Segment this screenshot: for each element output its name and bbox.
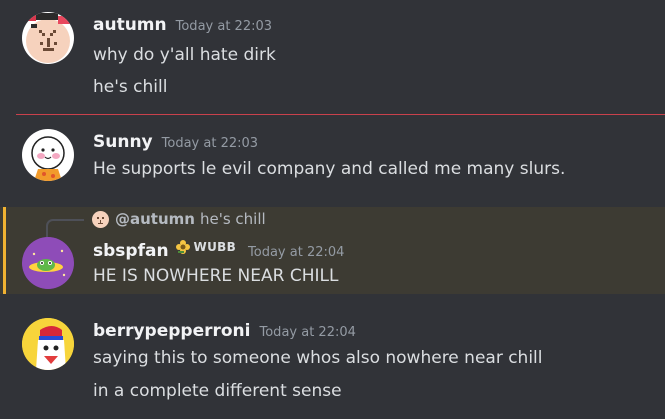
avatar[interactable] xyxy=(22,237,74,289)
username[interactable]: berrypepperroni xyxy=(93,321,251,341)
message-content: he's chill xyxy=(93,77,168,97)
chat-message-list: autumn Today at 22:03 why do y'all hate … xyxy=(0,0,665,419)
avatar[interactable] xyxy=(22,129,74,181)
username[interactable]: autumn xyxy=(93,15,167,35)
message-content: HE IS NOWHERE NEAR CHILL xyxy=(93,266,339,286)
message-header: sbspfan WUBB Today at 22:04 xyxy=(93,239,344,261)
message-sunny: Sunny Today at 22:03 He supports le evil… xyxy=(0,115,665,205)
message-content: He supports le evil company and called m… xyxy=(93,159,566,179)
timestamp: Today at 22:04 xyxy=(248,245,345,260)
message-header: autumn Today at 22:03 xyxy=(93,15,272,37)
role-badge[interactable]: WUBB xyxy=(175,238,236,256)
message-autumn: autumn Today at 22:03 why do y'all hate … xyxy=(0,0,665,114)
message-header: Sunny Today at 22:03 xyxy=(93,132,258,154)
message-berrypepperroni: berrypepperroni Today at 22:04 saying th… xyxy=(0,296,665,419)
message-content: why do y'all hate dirk xyxy=(93,45,276,65)
avatar[interactable] xyxy=(22,12,74,64)
role-tag: WUBB xyxy=(193,240,237,254)
flower-icon xyxy=(175,239,191,255)
timestamp: Today at 22:03 xyxy=(175,19,273,34)
timestamp: Today at 22:03 xyxy=(161,136,259,151)
message-sbspfan: sbspfan WUBB Today at 22:04 HE IS NOWHER… xyxy=(0,207,665,294)
message-content: saying this to someone whos also nowhere… xyxy=(93,348,543,368)
avatar[interactable] xyxy=(22,318,74,370)
message-header: berrypepperroni Today at 22:04 xyxy=(93,321,356,343)
timestamp: Today at 22:04 xyxy=(259,325,356,340)
username[interactable]: sbspfan xyxy=(93,241,169,261)
username[interactable]: Sunny xyxy=(93,132,153,152)
message-content: in a complete different sense xyxy=(93,381,342,401)
